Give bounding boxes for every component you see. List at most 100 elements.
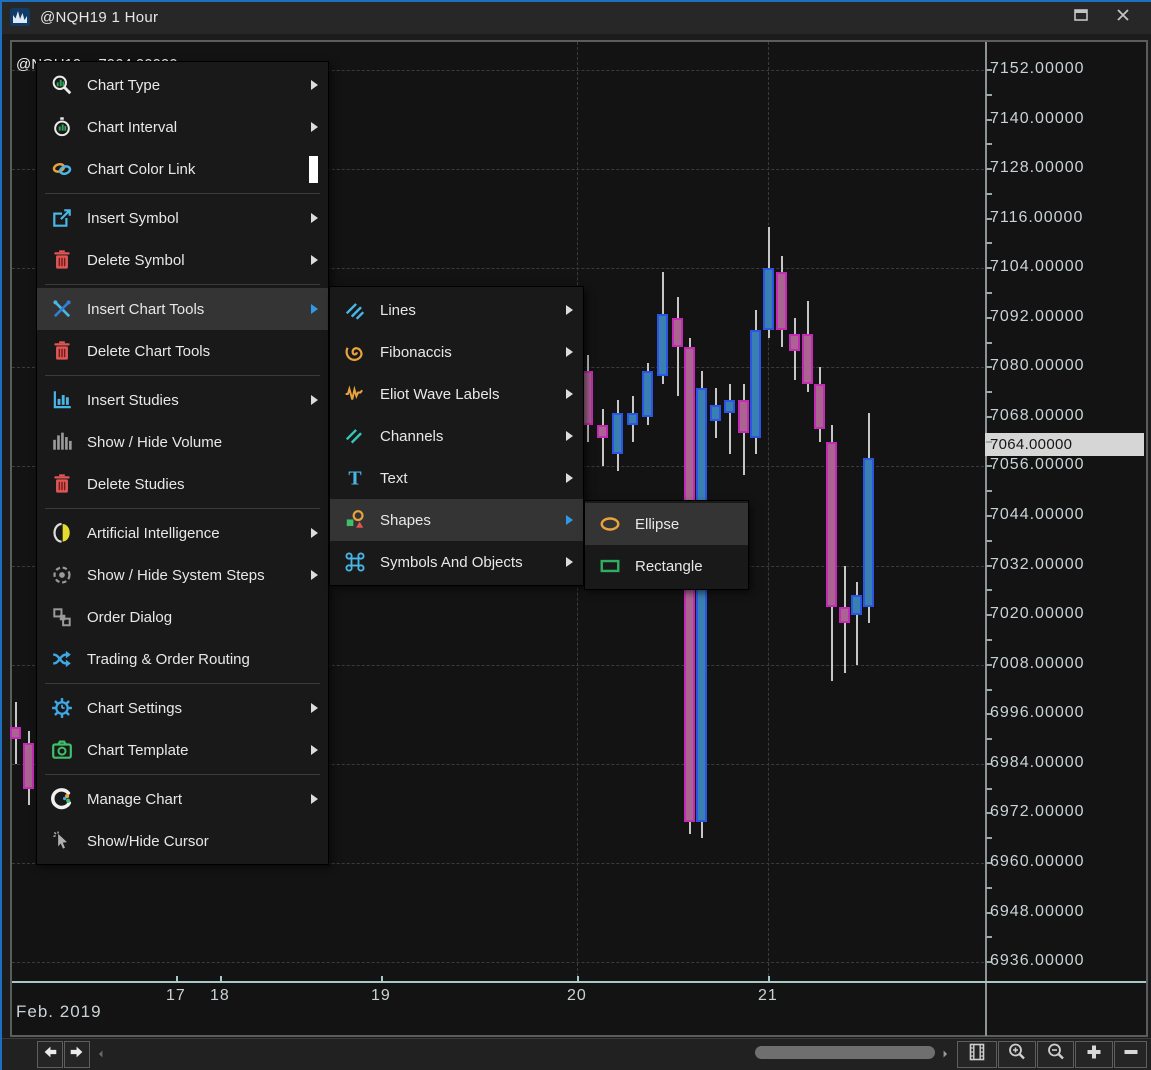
menu-item-eliot-wave-labels[interactable]: Eliot Wave Labels	[330, 373, 583, 415]
menu-item-insert-chart-tools[interactable]: Insert Chart Tools	[37, 288, 328, 330]
period-label: Feb. 2019	[16, 1002, 102, 1022]
submenu-arrow-icon	[311, 794, 318, 804]
insert-studies-icon	[49, 389, 75, 411]
price-tick	[986, 490, 992, 492]
submenu-arrow-icon	[311, 703, 318, 713]
menu-item-manage-chart[interactable]: Manage Chart	[37, 778, 328, 820]
submenu-arrow-icon	[311, 122, 318, 132]
menu-item-label: Insert Symbol	[87, 210, 293, 227]
ellipse-icon	[597, 513, 623, 535]
menu-item-label: Text	[380, 470, 548, 487]
scroll-right-button[interactable]	[64, 1041, 90, 1068]
price-axis-label: 7140.00000	[990, 110, 1085, 128]
menu-item-show-hide-volume[interactable]: Show / Hide Volume	[37, 421, 328, 463]
menu-item-label: Delete Chart Tools	[87, 343, 318, 360]
menu-item-shapes[interactable]: Shapes	[330, 499, 583, 541]
menu-item-label: Chart Settings	[87, 700, 293, 717]
symbols-icon	[342, 551, 368, 573]
candle	[627, 413, 638, 425]
scrollbar-thumb[interactable]	[755, 1046, 935, 1059]
candle	[851, 595, 862, 616]
chart-settings-icon	[49, 697, 75, 719]
price-axis-label: 7056.00000	[990, 456, 1085, 474]
submenu-arrow-icon	[311, 304, 318, 314]
restore-button[interactable]	[1069, 5, 1093, 29]
scrollbar-right-arrow[interactable]	[936, 1043, 954, 1065]
menu-item-label: Chart Template	[87, 742, 293, 759]
menu-item-insert-studies[interactable]: Insert Studies	[37, 379, 328, 421]
submenu-arrow-icon	[311, 255, 318, 265]
chart-tools-submenu: Lines FibonaccisEliot Wave LabelsChannels…	[330, 287, 583, 585]
menu-item-text[interactable]: T Text	[330, 457, 583, 499]
menu-item-show-hide-system-steps[interactable]: Show / Hide System Steps	[37, 554, 328, 596]
menu-item-show-hide-cursor[interactable]: Show/Hide Cursor	[37, 820, 328, 862]
candle	[10, 727, 21, 739]
price-axis-label: 6996.00000	[990, 704, 1085, 722]
lines-icon	[342, 299, 368, 321]
menu-item-label: Manage Chart	[87, 791, 293, 808]
chart-type-icon	[49, 74, 75, 96]
text-icon: T	[342, 467, 368, 489]
scroll-left-button[interactable]	[37, 1041, 63, 1068]
menu-item-artificial-intelligence[interactable]: Artificial Intelligence	[37, 512, 328, 554]
price-tick	[986, 193, 992, 195]
price-tick	[986, 689, 992, 691]
order-dialog-icon	[49, 606, 75, 628]
menu-item-delete-studies[interactable]: Delete Studies	[37, 463, 328, 505]
date-tick	[220, 976, 222, 981]
price-axis-label: 7080.00000	[990, 357, 1085, 375]
scrollbar-left-arrow[interactable]	[92, 1043, 110, 1065]
menu-item-label: Insert Chart Tools	[87, 301, 293, 318]
rectangle-icon	[597, 555, 623, 577]
menu-item-insert-symbol[interactable]: Insert Symbol	[37, 197, 328, 239]
current-price-tag: 7064.00000	[985, 433, 1144, 456]
candle	[612, 413, 623, 454]
menu-item-trading-order-routing[interactable]: Trading & Order Routing	[37, 638, 328, 680]
film-view-button[interactable]	[957, 1041, 997, 1068]
submenu-arrow-icon	[566, 347, 573, 357]
candle	[776, 272, 787, 330]
menu-item-delete-chart-tools[interactable]: Delete Chart Tools	[37, 330, 328, 372]
zoom-out-button[interactable]	[1037, 1041, 1074, 1068]
menu-item-chart-color-link[interactable]: Chart Color Link	[37, 148, 328, 190]
menu-item-lines[interactable]: Lines	[330, 289, 583, 331]
candle-wick	[602, 409, 604, 467]
date-axis-label: 17	[166, 987, 186, 1005]
menu-item-delete-symbol[interactable]: Delete Symbol	[37, 239, 328, 281]
menu-item-symbols-and-objects[interactable]: Symbols And Objects	[330, 541, 583, 583]
price-axis: 7064.00000 7152.000007140.000007128.0000…	[985, 42, 1148, 981]
price-tick	[986, 391, 992, 393]
menu-item-label: Lines	[380, 302, 548, 319]
menu-item-ellipse[interactable]: Ellipse	[585, 503, 748, 545]
price-tick	[986, 639, 992, 641]
menu-item-order-dialog[interactable]: Order Dialog	[37, 596, 328, 638]
chart-window: @NQH19 1 Hour @NQH19 = 7064.00000 7064.0…	[0, 0, 1151, 1070]
price-axis-label: 7128.00000	[990, 159, 1085, 177]
price-axis-label: 7008.00000	[990, 655, 1085, 673]
menu-item-chart-interval[interactable]: Chart Interval	[37, 106, 328, 148]
menu-item-label: Show / Hide System Steps	[87, 567, 293, 584]
submenu-arrow-icon	[566, 557, 573, 567]
menu-item-chart-template[interactable]: Chart Template	[37, 729, 328, 771]
window-edge-left	[0, 0, 2, 1070]
menu-item-fibonaccis[interactable]: Fibonaccis	[330, 331, 583, 373]
menu-item-rectangle[interactable]: Rectangle	[585, 545, 748, 587]
price-axis-label: 6960.00000	[990, 853, 1085, 871]
price-axis-label: 7044.00000	[990, 506, 1085, 524]
menu-item-channels[interactable]: Channels	[330, 415, 583, 457]
bar-spacing-decrease-button[interactable]	[1114, 1041, 1147, 1068]
window-title: @NQH19 1 Hour	[40, 9, 158, 26]
menu-item-chart-settings[interactable]: Chart Settings	[37, 687, 328, 729]
zoom-in-button[interactable]	[998, 1041, 1036, 1068]
close-button[interactable]	[1111, 5, 1135, 29]
candle	[839, 607, 850, 624]
v-gridline	[768, 42, 769, 981]
trash-icon	[49, 249, 75, 271]
candle	[750, 330, 761, 437]
bottom-toolbar	[0, 1038, 1151, 1070]
price-axis-label: 7020.00000	[990, 605, 1085, 623]
date-axis-label: 19	[371, 987, 391, 1005]
plus-icon	[1084, 1042, 1104, 1067]
bar-spacing-increase-button[interactable]	[1075, 1041, 1113, 1068]
menu-item-chart-type[interactable]: Chart Type	[37, 64, 328, 106]
